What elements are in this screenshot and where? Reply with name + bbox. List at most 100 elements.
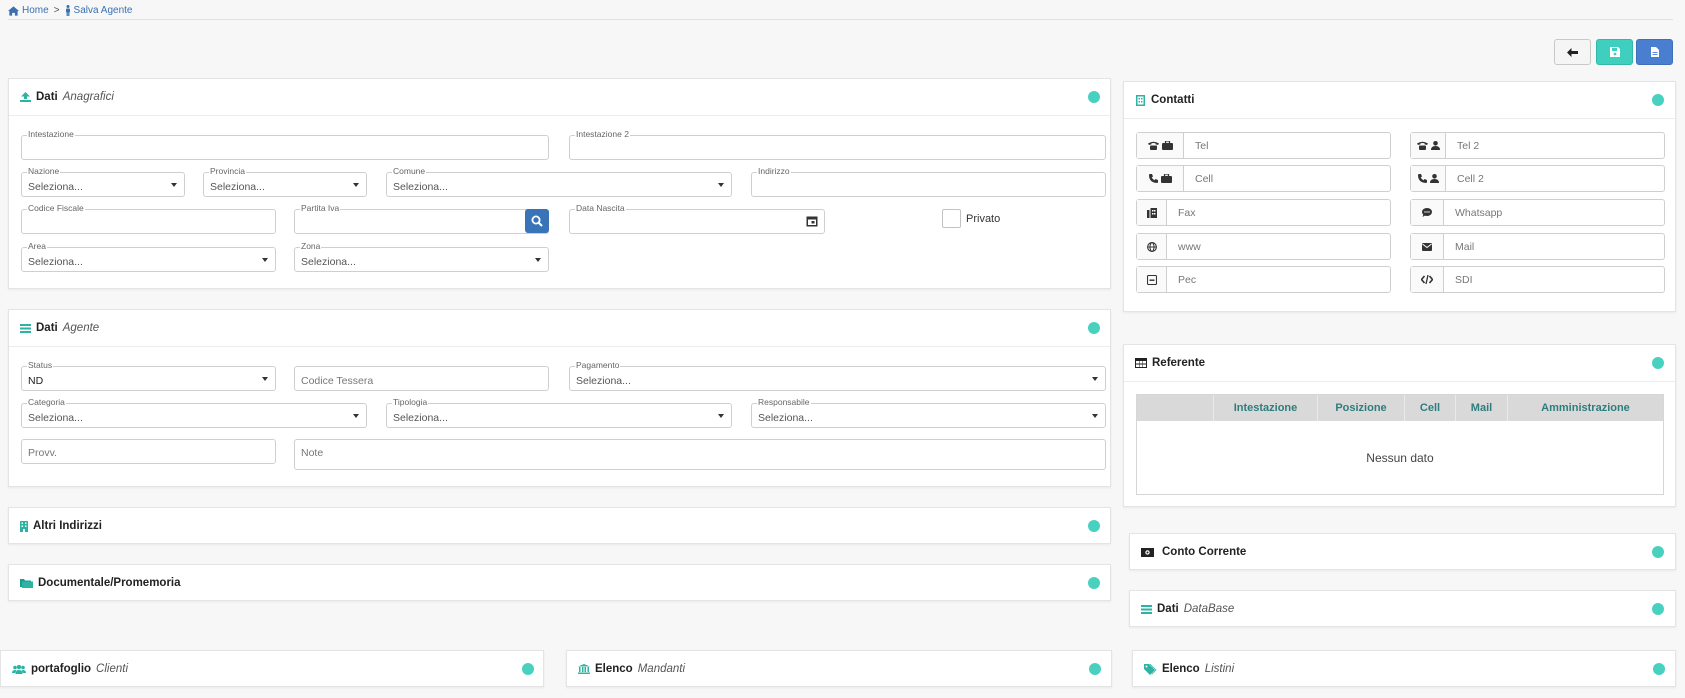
panel-header: Elenco Mandanti	[578, 651, 685, 687]
intestazione2-field[interactable]: Intestazione 2	[569, 129, 1106, 160]
select-value: Seleziona...	[758, 412, 813, 424]
field-label: Responsabile	[757, 397, 811, 407]
collapse-toggle-icon[interactable]	[1652, 94, 1664, 106]
www-field[interactable]: www	[1136, 233, 1391, 260]
panel-altri-indirizzi[interactable]: Altri Indirizzi	[8, 507, 1111, 544]
panel-header: Dati Agente	[20, 310, 99, 346]
collapse-toggle-icon[interactable]	[1088, 91, 1100, 103]
mail-field[interactable]: Mail	[1410, 233, 1665, 260]
collapse-toggle-icon[interactable]	[522, 663, 534, 675]
panel-title: Dati	[36, 91, 58, 103]
collapse-toggle-icon[interactable]	[1652, 546, 1664, 558]
panel-subtitle: Mandanti	[637, 663, 686, 675]
collapse-toggle-icon[interactable]	[1089, 663, 1101, 675]
panel-conto-corrente[interactable]: Conto Corrente	[1129, 533, 1676, 570]
tel2-field[interactable]: Tel 2	[1410, 132, 1665, 159]
calendar-icon[interactable]	[806, 215, 818, 227]
search-icon	[531, 215, 543, 227]
building-icon	[20, 520, 28, 532]
cell-icons	[1137, 166, 1184, 191]
partita-iva-search-button[interactable]	[525, 209, 549, 233]
indirizzo-field[interactable]: Indirizzo	[751, 166, 1106, 197]
field-label: Intestazione	[27, 129, 75, 139]
upload-icon	[20, 92, 31, 102]
cell-field[interactable]: Cell	[1136, 165, 1391, 192]
pec-field[interactable]: Pec	[1136, 266, 1391, 293]
collapse-toggle-icon[interactable]	[1088, 322, 1100, 334]
privato-checkbox[interactable]	[942, 209, 961, 228]
list-icon	[1141, 604, 1152, 614]
partita-iva-field[interactable]: Partita Iva	[294, 203, 549, 234]
field-label: Intestazione 2	[575, 129, 630, 139]
pec-placeholder: Pec	[1178, 273, 1197, 286]
fax-field[interactable]: Fax	[1136, 199, 1391, 226]
field-placeholder: Provv.	[28, 447, 57, 459]
panel-header: Altri Indirizzi	[20, 508, 102, 544]
responsabile-select[interactable]: Responsabile Seleziona...	[751, 397, 1106, 428]
tipologia-select[interactable]: Tipologia Seleziona...	[386, 397, 732, 428]
pagamento-select[interactable]: Pagamento Seleziona...	[569, 360, 1106, 391]
document-button[interactable]	[1636, 39, 1673, 65]
panel-title: Altri Indirizzi	[33, 520, 102, 532]
file-icon	[1650, 47, 1659, 57]
floppy-icon	[1609, 47, 1620, 57]
tel-field[interactable]: Tel	[1136, 132, 1391, 159]
panel-subtitle: DataBase	[1183, 603, 1235, 615]
cell2-field[interactable]: Cell 2	[1410, 165, 1665, 192]
tel-placeholder: Tel	[1195, 139, 1209, 152]
collapse-toggle-icon[interactable]	[1652, 357, 1664, 369]
whatsapp-field[interactable]: Whatsapp	[1410, 199, 1665, 226]
collapse-toggle-icon[interactable]	[1088, 577, 1100, 589]
breadcrumb-current[interactable]: Salva Agente	[65, 5, 132, 16]
save-button[interactable]	[1596, 39, 1633, 65]
cell-placeholder: Cell	[1195, 172, 1214, 185]
data-nascita-field[interactable]: Data Nascita	[569, 203, 825, 234]
comune-select[interactable]: Comune Seleziona...	[386, 166, 732, 197]
collapse-toggle-icon[interactable]	[1653, 663, 1665, 675]
home-icon	[8, 5, 19, 16]
panel-portafoglio-clienti[interactable]: portafoglio Clienti	[0, 650, 544, 687]
intestazione-field[interactable]: Intestazione	[21, 129, 549, 160]
back-button[interactable]	[1554, 39, 1591, 65]
panel-elenco-mandanti[interactable]: Elenco Mandanti	[566, 650, 1112, 687]
collapse-toggle-icon[interactable]	[1652, 603, 1664, 615]
field-placeholder: Codice Tessera	[301, 375, 374, 387]
collapse-toggle-icon[interactable]	[1088, 520, 1100, 532]
column-header-posizione[interactable]: Posizione	[1317, 395, 1404, 421]
breadcrumb-home[interactable]: Home	[8, 5, 49, 16]
panel-dati-database[interactable]: Dati DataBase	[1129, 590, 1676, 627]
arrow-left-icon	[1567, 47, 1578, 57]
categoria-select[interactable]: Categoria Seleziona...	[21, 397, 367, 428]
user-icon	[1430, 141, 1440, 150]
area-select[interactable]: Area Seleziona...	[21, 241, 276, 272]
status-select[interactable]: Status ND	[21, 360, 276, 391]
chevron-down-icon	[353, 183, 359, 187]
www-icons	[1137, 234, 1167, 259]
nazione-select[interactable]: Nazione Seleziona...	[21, 166, 185, 197]
zona-select[interactable]: Zona Seleziona...	[294, 241, 549, 272]
panel-header: Conto Corrente	[1141, 534, 1246, 570]
provv-field[interactable]: Provv.	[21, 439, 276, 464]
codice-tessera-field[interactable]: Codice Tessera	[294, 366, 549, 391]
column-header-mail[interactable]: Mail	[1455, 395, 1507, 421]
user-icon	[1429, 174, 1439, 183]
panel-title: portafoglio	[31, 663, 92, 675]
field-label: Status	[27, 360, 54, 370]
column-header-amministrazione[interactable]: Amministrazione	[1507, 395, 1663, 421]
panel-documentale[interactable]: Documentale/Promemoria	[8, 564, 1111, 601]
sdi-field[interactable]: SDI	[1410, 266, 1665, 293]
panel-elenco-listini[interactable]: Elenco Listini	[1132, 650, 1676, 687]
note-field[interactable]: Note	[294, 439, 1106, 470]
handset-icon	[1148, 174, 1158, 183]
provincia-select[interactable]: Provincia Seleziona...	[203, 166, 367, 197]
tel2-placeholder: Tel 2	[1457, 139, 1480, 152]
select-value: Seleziona...	[301, 256, 356, 268]
field-label: Indirizzo	[757, 166, 791, 176]
field-label: Data Nascita	[575, 203, 626, 213]
column-header-cell[interactable]: Cell	[1404, 395, 1455, 421]
chevron-down-icon	[535, 258, 541, 262]
codice-fiscale-field[interactable]: Codice Fiscale	[21, 203, 276, 234]
panel-divider	[1124, 381, 1675, 382]
chevron-down-icon	[171, 183, 177, 187]
column-header-intestazione[interactable]: Intestazione	[1213, 395, 1317, 421]
